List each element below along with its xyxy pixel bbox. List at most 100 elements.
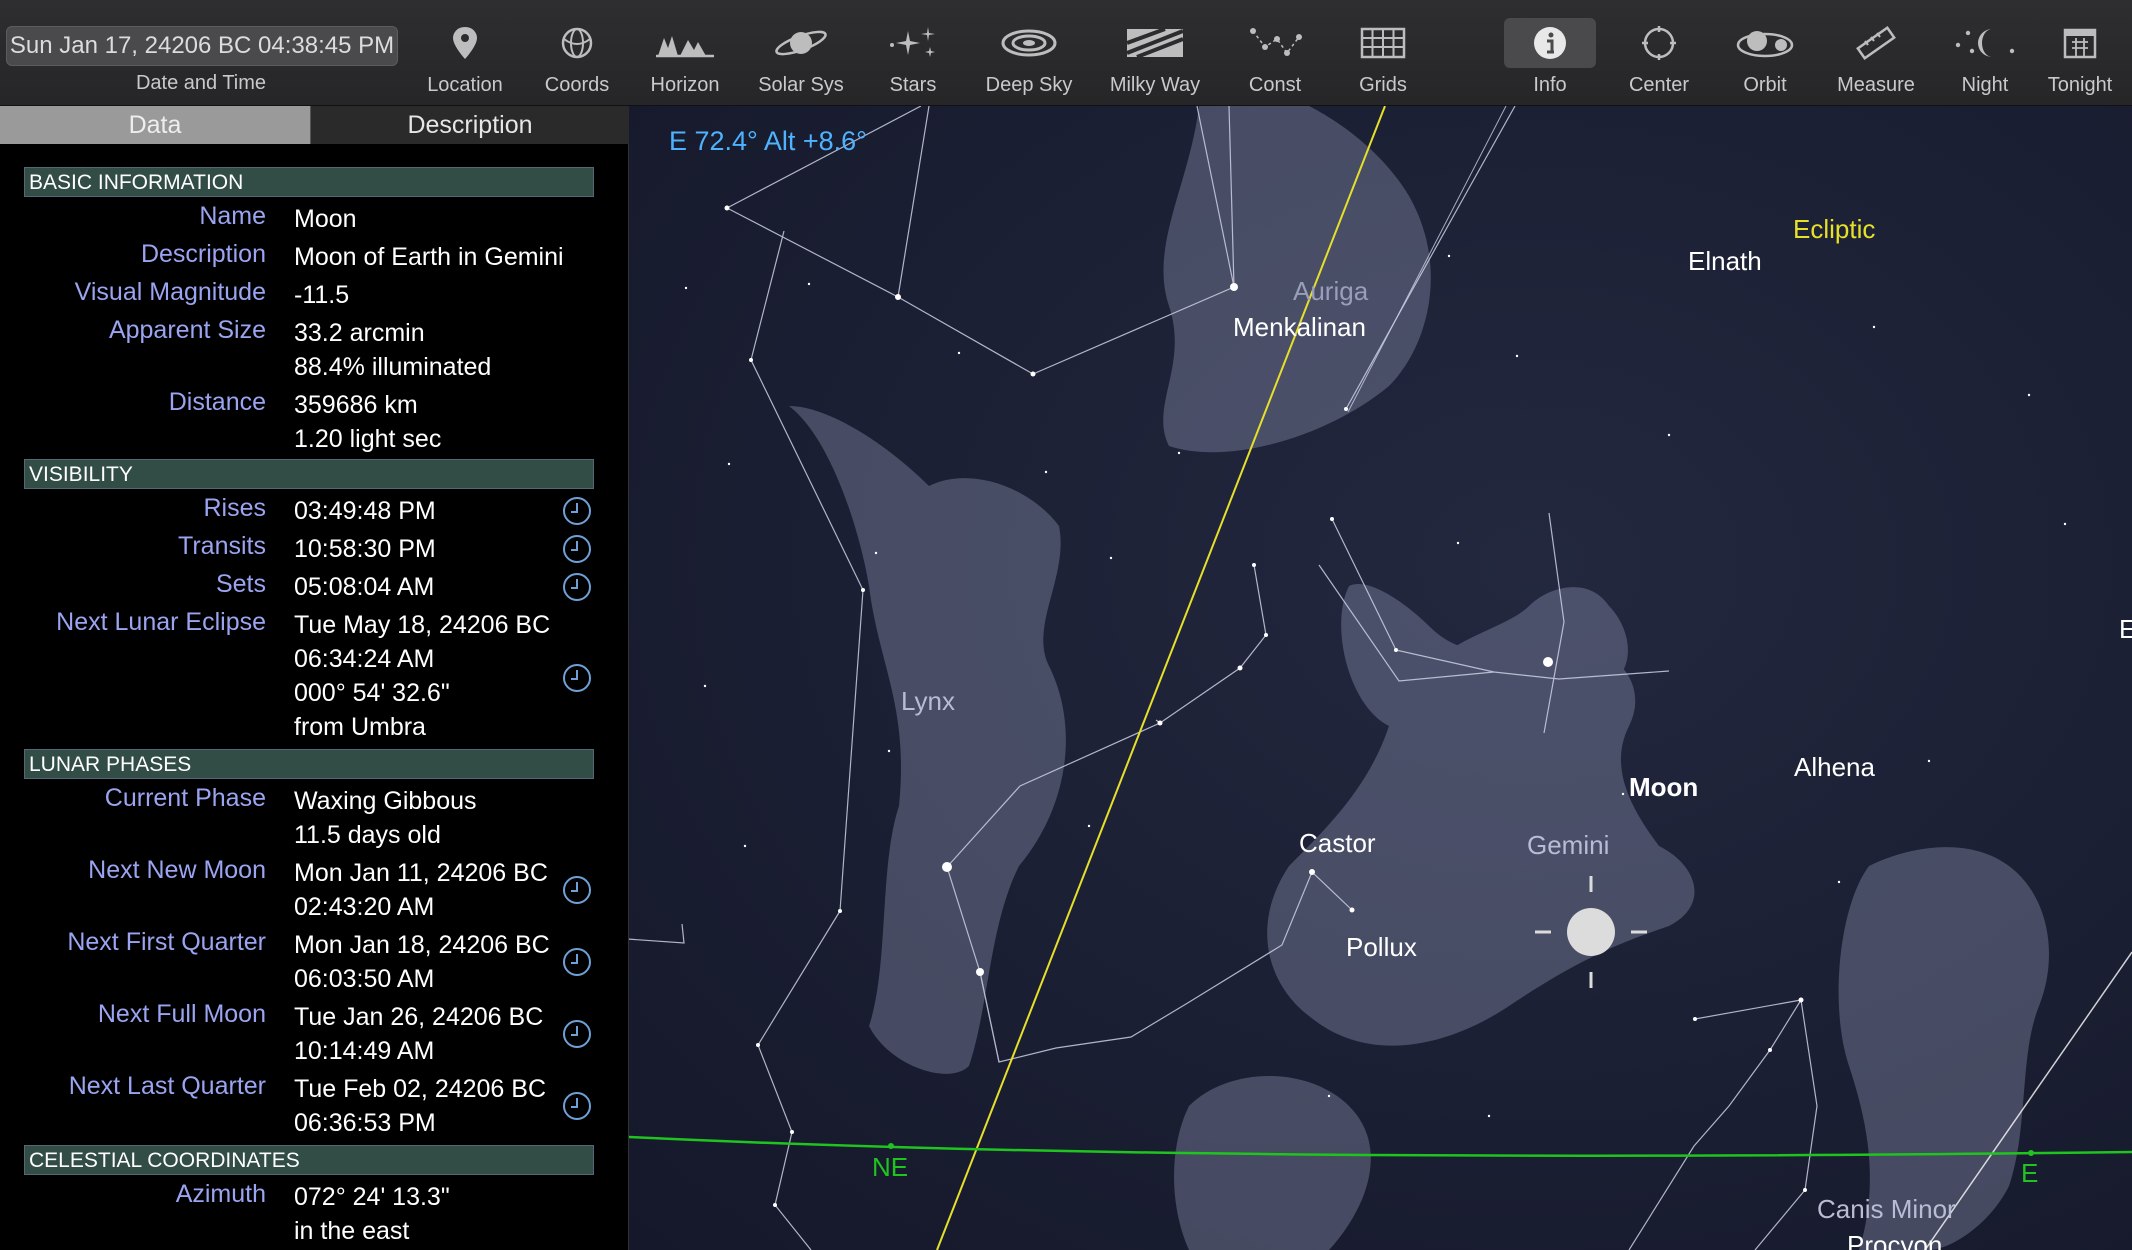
transits-key: Transits	[178, 532, 266, 560]
section-visibility[interactable]: VISIBILITY	[24, 459, 594, 489]
name-value: Moon	[294, 205, 357, 233]
rises-key: Rises	[203, 494, 266, 522]
horizon-button[interactable]: Horizon	[620, 18, 750, 102]
eclipse-time-value: 06:34:24 AM	[294, 645, 435, 673]
sets-clock-icon[interactable]	[563, 573, 591, 601]
description-key: Description	[140, 240, 266, 268]
milky-way-label: Milky Way	[1109, 74, 1201, 96]
star-label-partial-e: E	[2119, 614, 2132, 644]
location-button[interactable]: Location	[400, 18, 530, 102]
eclipse-clock-icon[interactable]	[563, 664, 591, 692]
star-label-castor: Castor	[1299, 828, 1376, 858]
full-moon-time: 10:14:49 AM	[294, 1037, 435, 1065]
transits-clock-icon[interactable]	[563, 535, 591, 563]
description-value: Moon of Earth in Gemini	[294, 243, 564, 271]
coords-icon	[561, 27, 593, 59]
location-label: Location	[427, 74, 503, 96]
grids-label: Grids	[1359, 74, 1407, 96]
full-moon-key: Next Full Moon	[97, 1000, 266, 1028]
tonight-button[interactable]: Tonight	[2028, 18, 2132, 102]
deep-sky-label: Deep Sky	[985, 74, 1073, 96]
star-label-menkalinan: Menkalinan	[1233, 312, 1366, 342]
stars-icon	[890, 27, 935, 57]
center-icon	[1642, 26, 1676, 60]
new-moon-time: 02:43:20 AM	[294, 893, 435, 921]
apparent-size-value: 33.2 arcmin	[294, 319, 425, 347]
magnitude-key: Visual Magnitude	[74, 278, 266, 306]
constellation-label-lynx: Lynx	[901, 686, 955, 716]
section-basic-information[interactable]: BASIC INFORMATION	[24, 167, 594, 197]
magnitude-value: -11.5	[294, 281, 350, 309]
last-quarter-date: Tue Feb 02, 24206 BC	[294, 1075, 547, 1103]
solar-system-icon	[775, 30, 827, 56]
section-celestial-coordinates[interactable]: CELESTIAL COORDINATES	[24, 1145, 594, 1175]
distance-km-value: 359686 km	[294, 391, 418, 419]
sky-canvas	[629, 106, 2132, 1250]
last-quarter-time: 06:36:53 PM	[294, 1109, 436, 1137]
date-time-field[interactable]: Sun Jan 17, 24206 BC 04:38:45 PM	[6, 26, 398, 66]
constellation-icon	[1250, 28, 1302, 56]
distance-light-value: 1.20 light sec	[294, 425, 442, 453]
horizon-label: Horizon	[650, 74, 720, 96]
horizon-label-ne: NE	[872, 1152, 909, 1182]
eclipse-source-value: from Umbra	[294, 713, 426, 741]
deep-sky-button[interactable]: Deep Sky	[964, 18, 1094, 102]
galaxy-icon	[1001, 29, 1057, 57]
solar-system-label: Solar Sys	[758, 74, 844, 96]
current-phase-value: Waxing Gibbous	[294, 787, 477, 815]
milky-way-icon	[1126, 27, 1184, 59]
grids-button[interactable]: Grids	[1318, 18, 1448, 102]
sets-value: 05:08:04 AM	[294, 573, 435, 601]
solar-system-button[interactable]: Solar Sys	[736, 18, 866, 102]
stars-label: Stars	[889, 74, 937, 96]
horizon-icon	[656, 36, 714, 58]
azimuth-key: Azimuth	[175, 1180, 266, 1208]
new-moon-clock-icon[interactable]	[563, 876, 591, 904]
eclipse-key: Next Lunar Eclipse	[56, 608, 266, 636]
name-key: Name	[199, 202, 266, 230]
night-moon-icon	[1955, 29, 2015, 57]
location-pin-icon	[453, 27, 477, 59]
info-panel: Data Description BASIC INFORMATION Name …	[0, 106, 629, 1250]
tab-description[interactable]: Description	[310, 106, 629, 144]
stars-button[interactable]: Stars	[848, 18, 978, 102]
first-quarter-clock-icon[interactable]	[563, 948, 591, 976]
transits-value: 10:58:30 PM	[294, 535, 436, 563]
illumination-value: 88.4% illuminated	[294, 353, 492, 381]
orbit-icon	[1736, 31, 1794, 58]
last-quarter-clock-icon[interactable]	[563, 1092, 591, 1120]
ecliptic-label: Ecliptic	[1793, 214, 1876, 244]
full-moon-clock-icon[interactable]	[563, 1020, 591, 1048]
full-moon-date: Tue Jan 26, 24206 BC	[294, 1003, 544, 1031]
milky-way-button[interactable]: Milky Way	[1090, 18, 1220, 102]
constellation-label-auriga: Auriga	[1293, 276, 1369, 306]
tab-data[interactable]: Data	[0, 106, 310, 144]
section-lunar-phases[interactable]: LUNAR PHASES	[24, 749, 594, 779]
first-quarter-date: Mon Jan 18, 24206 BC	[294, 931, 550, 959]
star-label-procyon: Procyon	[1847, 1230, 1943, 1250]
first-quarter-key: Next First Quarter	[67, 928, 266, 956]
current-phase-key: Current Phase	[104, 784, 266, 812]
star-label-elnath: Elnath	[1688, 246, 1762, 276]
sky-view[interactable]: E 72.4° Alt +8.6° Ecliptic Auriga Menkal…	[629, 106, 2132, 1250]
distance-key: Distance	[168, 388, 266, 416]
rises-clock-icon[interactable]	[563, 497, 591, 525]
calendar-icon	[2063, 28, 2097, 59]
tonight-label: Tonight	[2047, 74, 2113, 96]
new-moon-date: Mon Jan 11, 24206 BC	[294, 859, 548, 887]
ruler-icon	[1856, 26, 1896, 60]
horizon-label-e: E	[2021, 1158, 2039, 1188]
eclipse-date-value: Tue May 18, 24206 BC	[294, 611, 551, 639]
info-icon	[1534, 27, 1566, 59]
azimuth-value: 072° 24' 13.3"	[294, 1183, 450, 1211]
eclipse-angle-value: 000° 54' 32.6"	[294, 679, 450, 707]
star-label-alhena: Alhena	[1794, 752, 1875, 782]
moon-age-value: 11.5 days old	[294, 821, 441, 849]
toolbar: Sun Jan 17, 24206 BC 04:38:45 PM Date an…	[0, 0, 2132, 106]
last-quarter-key: Next Last Quarter	[68, 1072, 266, 1100]
star-label-pollux: Pollux	[1346, 932, 1417, 962]
sets-key: Sets	[215, 570, 266, 598]
constellation-label-gemini: Gemini	[1527, 830, 1610, 860]
new-moon-key: Next New Moon	[88, 856, 266, 884]
first-quarter-time: 06:03:50 AM	[294, 965, 435, 993]
